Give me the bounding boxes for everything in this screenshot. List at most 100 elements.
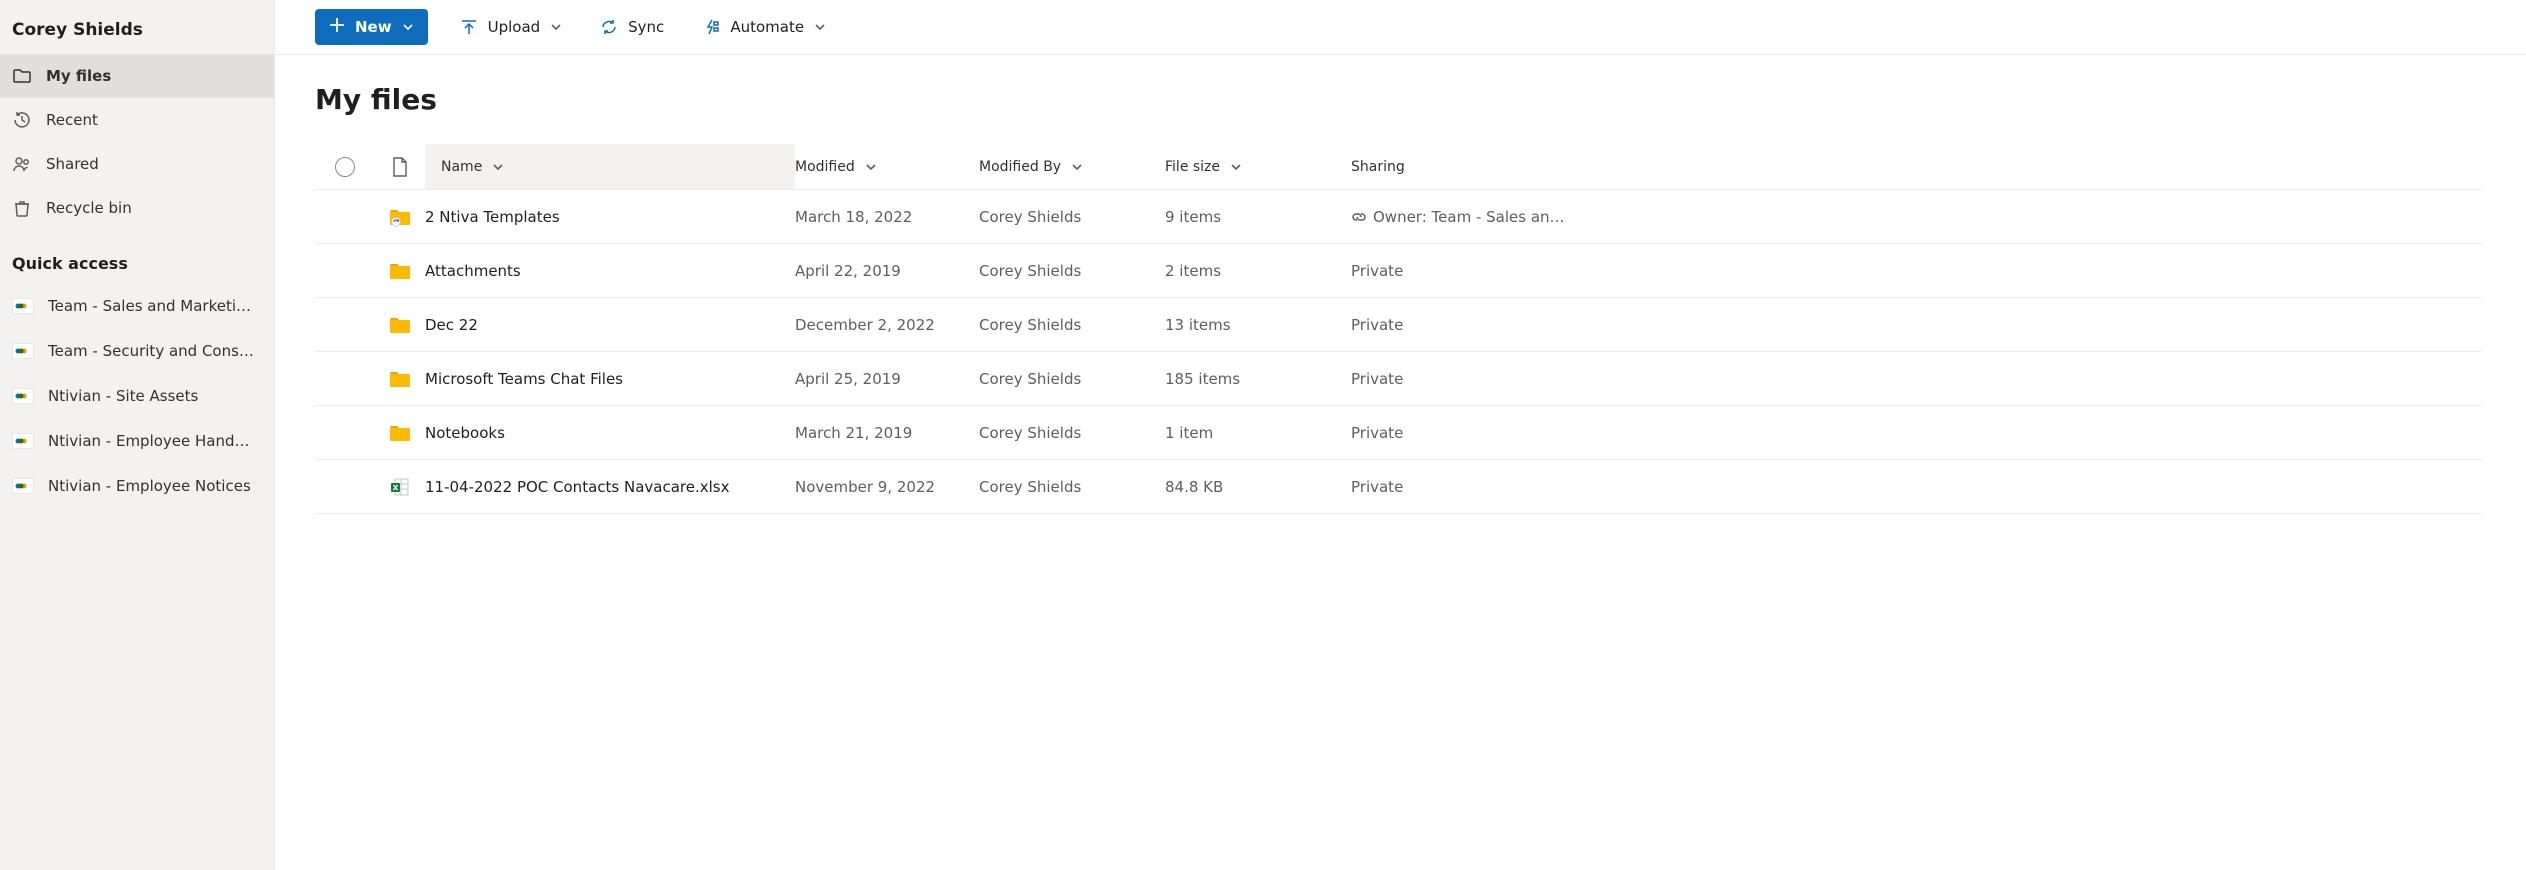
cell-file-size: 9 items — [1165, 208, 1351, 226]
file-type-icon — [375, 369, 425, 389]
column-header-file-size[interactable]: File size — [1165, 159, 1351, 175]
cell-modified-by: Corey Shields — [979, 424, 1165, 442]
column-header-name[interactable]: Name — [425, 144, 795, 189]
column-header-sharing-label: Sharing — [1351, 159, 1405, 175]
column-header-modified-by-label: Modified By — [979, 159, 1061, 175]
plus-icon — [329, 17, 345, 37]
quick-access-list: Team - Sales and Marketi… Team - Security… — [0, 283, 274, 508]
sidebar-item-recent[interactable]: Recent — [0, 98, 274, 142]
site-thumbnail-icon — [12, 476, 40, 496]
cell-modified: March 18, 2022 — [795, 208, 979, 226]
table-row[interactable]: Attachments April 22, 2019Corey Shields2 … — [315, 244, 2482, 298]
automate-icon — [702, 18, 720, 36]
chevron-down-icon — [402, 21, 414, 33]
file-type-icon — [375, 477, 425, 497]
chevron-down-icon — [550, 21, 562, 33]
file-table: Name Modified Modified By File size Shar… — [315, 144, 2482, 514]
sidebar-item-label: Recycle bin — [40, 199, 132, 217]
table-row[interactable]: 2 Ntiva Templates March 18, 2022Corey Shi… — [315, 190, 2482, 244]
cell-modified-by: Corey Shields — [979, 478, 1165, 496]
site-thumbnail-icon — [12, 431, 40, 451]
upload-button[interactable]: Upload — [454, 9, 569, 45]
file-type-icon — [375, 423, 425, 443]
chevron-down-icon — [865, 161, 877, 173]
quick-access-label: Team - Security and Cons… — [40, 342, 254, 360]
sidebar-item-my-files[interactable]: My files — [0, 54, 274, 98]
chevron-down-icon — [1230, 161, 1242, 173]
sidebar-owner: Corey Shields — [0, 8, 274, 54]
cell-sharing: Private — [1351, 262, 2482, 280]
select-all[interactable] — [315, 157, 375, 177]
quick-access-item[interactable]: Ntivian - Employee Hand… — [0, 418, 274, 463]
command-bar: New Upload Sync Automate — [275, 0, 2526, 55]
page-title: My files — [315, 83, 2526, 144]
cell-modified-by: Corey Shields — [979, 262, 1165, 280]
cell-modified-by: Corey Shields — [979, 370, 1165, 388]
file-type-column-icon — [375, 157, 425, 177]
table-row[interactable]: Dec 22December 2, 2022Corey Shields13 it… — [315, 298, 2482, 352]
cell-file-size: 185 items — [1165, 370, 1351, 388]
new-button[interactable]: New — [315, 9, 428, 45]
automate-label: Automate — [730, 18, 804, 36]
cell-modified: April 25, 2019 — [795, 370, 979, 388]
file-name[interactable]: Notebooks — [425, 424, 505, 442]
file-name[interactable]: 2 Ntiva Templates — [425, 208, 560, 226]
column-header-modified-by[interactable]: Modified By — [979, 159, 1165, 175]
cell-sharing: Private — [1351, 424, 2482, 442]
quick-access-item[interactable]: Team - Sales and Marketi… — [0, 283, 274, 328]
quick-access-label: Team - Sales and Marketi… — [40, 297, 251, 315]
chevron-down-icon — [1071, 161, 1083, 173]
cell-file-size: 2 items — [1165, 262, 1351, 280]
quick-access-header: Quick access — [0, 230, 274, 283]
sidebar-item-label: Recent — [40, 111, 98, 129]
cell-modified-by: Corey Shields — [979, 208, 1165, 226]
cell-sharing: Private — [1351, 370, 2482, 388]
sidebar-item-shared[interactable]: Shared — [0, 142, 274, 186]
table-row[interactable]: Microsoft Teams Chat Files April 25, 2019… — [315, 352, 2482, 406]
file-name[interactable]: Attachments — [425, 262, 521, 280]
table-row[interactable]: Notebooks March 21, 2019Corey Shields1 it… — [315, 406, 2482, 460]
cell-file-size: 84.8 KB — [1165, 478, 1351, 496]
clock-icon — [12, 110, 40, 130]
cell-sharing: Private — [1351, 316, 2482, 334]
cell-modified: April 22, 2019 — [795, 262, 979, 280]
file-name[interactable]: 11-04-2022 POC Contacts Navacare.xlsx — [425, 478, 729, 496]
column-header-name-label: Name — [441, 159, 482, 175]
quick-access-label: Ntivian - Employee Notices — [40, 477, 251, 495]
link-icon — [1351, 209, 1367, 225]
quick-access-item[interactable]: Ntivian - Site Assets — [0, 373, 274, 418]
column-header-modified-label: Modified — [795, 159, 855, 175]
site-thumbnail-icon — [12, 341, 40, 361]
cell-modified: November 9, 2022 — [795, 478, 979, 496]
file-name[interactable]: Microsoft Teams Chat Files — [425, 370, 623, 388]
sidebar-item-label: My files — [40, 67, 111, 85]
quick-access-item[interactable]: Ntivian - Employee Notices — [0, 463, 274, 508]
file-type-icon — [375, 261, 425, 281]
column-header-modified[interactable]: Modified — [795, 159, 979, 175]
file-name[interactable]: Dec 22 — [425, 316, 478, 334]
file-type-icon — [375, 315, 425, 335]
cell-sharing: Owner: Team - Sales an… — [1351, 208, 2482, 226]
sidebar: Corey Shields My files Recent Shared Recycl… — [0, 0, 275, 870]
sync-icon — [600, 18, 618, 36]
folder-outline-icon — [12, 66, 40, 86]
cell-modified: December 2, 2022 — [795, 316, 979, 334]
quick-access-item[interactable]: Team - Security and Cons… — [0, 328, 274, 373]
sync-label: Sync — [628, 18, 664, 36]
cell-modified: March 21, 2019 — [795, 424, 979, 442]
sidebar-nav: My files Recent Shared Recycle bin — [0, 54, 274, 230]
site-thumbnail-icon — [12, 386, 40, 406]
sidebar-item-recycle-bin[interactable]: Recycle bin — [0, 186, 274, 230]
automate-button[interactable]: Automate — [696, 9, 832, 45]
file-type-icon — [375, 207, 425, 227]
site-thumbnail-icon — [12, 296, 40, 316]
sync-button[interactable]: Sync — [594, 9, 670, 45]
cell-sharing: Private — [1351, 478, 2482, 496]
column-header-sharing[interactable]: Sharing — [1351, 159, 2482, 175]
people-icon — [12, 154, 40, 174]
quick-access-label: Ntivian - Employee Hand… — [40, 432, 250, 450]
table-row[interactable]: 11-04-2022 POC Contacts Navacare.xlsx Nov… — [315, 460, 2482, 514]
cell-file-size: 1 item — [1165, 424, 1351, 442]
quick-access-label: Ntivian - Site Assets — [40, 387, 198, 405]
cell-modified-by: Corey Shields — [979, 316, 1165, 334]
